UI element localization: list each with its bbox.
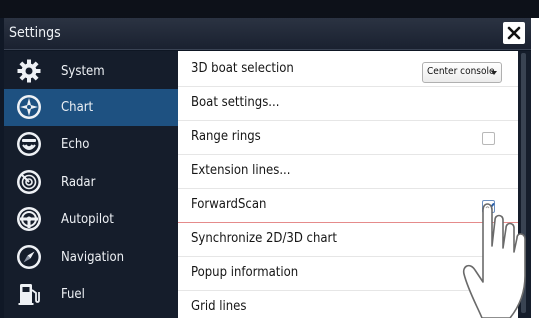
fuel-pump-icon bbox=[18, 284, 40, 305]
setting-row-range-rings[interactable]: Range rings bbox=[178, 121, 518, 155]
boat-model-dropdown[interactable]: Center console bbox=[422, 62, 502, 83]
sidebar-item-label: System bbox=[61, 64, 105, 79]
sidebar-item-fuel[interactable]: Fuel bbox=[4, 276, 178, 313]
setting-label: Grid lines bbox=[191, 299, 247, 314]
setting-row-boat-settings[interactable]: Boat settings... bbox=[178, 87, 518, 121]
title-bar: Settings bbox=[4, 18, 531, 50]
sidebar-item-label: Radar bbox=[61, 175, 96, 190]
helm-wheel-icon bbox=[17, 207, 41, 231]
gear-icon bbox=[17, 59, 41, 83]
screen-top-bar bbox=[0, 0, 539, 18]
sidebar-item-echo[interactable]: Echo bbox=[4, 126, 178, 163]
dropdown-value: Center console bbox=[427, 66, 495, 77]
sidebar-item-system[interactable]: System bbox=[4, 53, 178, 90]
sidebar-item-label: Chart bbox=[61, 100, 94, 115]
sidebar-item-label: Autopilot bbox=[61, 212, 114, 227]
setting-label: Range rings bbox=[191, 129, 261, 144]
setting-label: Extension lines... bbox=[191, 163, 291, 178]
dropdown-arrow-icon bbox=[491, 71, 497, 75]
setting-label: 3D boat selection bbox=[191, 61, 294, 76]
sidebar-item-navigation[interactable]: Navigation bbox=[4, 239, 178, 276]
setting-row-extension-lines[interactable]: Extension lines... bbox=[178, 155, 518, 189]
setting-label: ForwardScan bbox=[191, 197, 267, 212]
setting-label: Popup information bbox=[191, 265, 299, 280]
range-rings-checkbox[interactable] bbox=[482, 132, 495, 145]
touch-hand-icon bbox=[462, 203, 526, 318]
setting-row-3d-boat-selection[interactable]: 3D boat selection Center console bbox=[178, 53, 518, 87]
sidebar-item-label: Navigation bbox=[61, 250, 125, 265]
sidebar-item-chart[interactable]: Chart bbox=[4, 89, 178, 126]
setting-label: Boat settings... bbox=[191, 95, 280, 110]
close-icon bbox=[507, 26, 521, 40]
window-title: Settings bbox=[9, 25, 61, 41]
sidebar-item-label: Echo bbox=[61, 137, 90, 152]
navigation-compass-icon bbox=[17, 245, 41, 269]
chart-compass-icon bbox=[17, 95, 41, 119]
close-button[interactable] bbox=[503, 22, 525, 44]
settings-sidebar: System Chart Echo Radar Autopilot Naviga… bbox=[4, 51, 178, 318]
sidebar-item-radar[interactable]: Radar bbox=[4, 164, 178, 201]
radar-icon bbox=[17, 170, 41, 194]
settings-window: Settings System Chart Echo Radar Autopil… bbox=[4, 18, 531, 318]
setting-label: Synchronize 2D/3D chart bbox=[191, 231, 337, 246]
sidebar-item-autopilot[interactable]: Autopilot bbox=[4, 201, 178, 238]
echo-sonar-icon bbox=[17, 132, 41, 156]
sidebar-item-label: Fuel bbox=[61, 287, 85, 302]
